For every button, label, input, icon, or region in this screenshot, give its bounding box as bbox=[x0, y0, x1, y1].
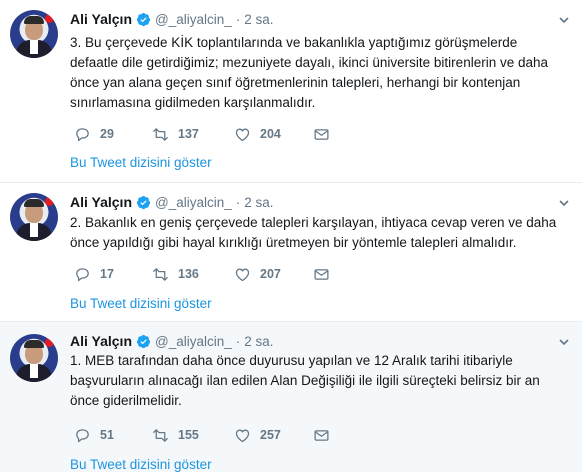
like-button[interactable]: 207 bbox=[234, 264, 281, 284]
separator-dot: · bbox=[235, 333, 241, 349]
show-thread-link[interactable]: Bu Tweet dizisini göster bbox=[70, 296, 212, 311]
retweet-button[interactable]: 155 bbox=[152, 425, 199, 445]
envelope-icon bbox=[314, 268, 329, 280]
heart-icon bbox=[235, 268, 250, 281]
tweet-actions: 51 155 257 bbox=[74, 425, 374, 445]
retweet-button[interactable]: 136 bbox=[152, 264, 199, 284]
retweet-count: 155 bbox=[178, 428, 199, 442]
reply-icon bbox=[76, 428, 89, 442]
tweet[interactable]: Ali Yalçın @_aliyalcin_ · 2 sa. 1. MEB t… bbox=[0, 322, 582, 472]
tweet-actions: 17 136 207 bbox=[74, 264, 374, 284]
avatar[interactable] bbox=[10, 334, 58, 382]
separator-dot: · bbox=[235, 11, 241, 27]
author-handle[interactable]: @_aliyalcin_ bbox=[155, 12, 232, 27]
retweet-count: 136 bbox=[178, 267, 199, 281]
timestamp[interactable]: 2 sa. bbox=[244, 334, 273, 349]
envelope-icon bbox=[314, 128, 329, 140]
tweet-header: Ali Yalçın @_aliyalcin_ · 2 sa. bbox=[70, 193, 274, 211]
chevron-down-icon[interactable] bbox=[558, 14, 570, 26]
chevron-down-icon[interactable] bbox=[558, 197, 570, 209]
avatar[interactable] bbox=[10, 193, 58, 241]
author-handle[interactable]: @_aliyalcin_ bbox=[155, 195, 232, 210]
timestamp[interactable]: 2 sa. bbox=[244, 195, 273, 210]
direct-message-button[interactable] bbox=[313, 425, 339, 445]
chevron-down-icon[interactable] bbox=[558, 336, 570, 348]
like-count: 207 bbox=[260, 267, 281, 281]
reply-count: 29 bbox=[100, 127, 114, 141]
avatar[interactable] bbox=[10, 10, 58, 58]
separator-dot: · bbox=[235, 194, 241, 210]
tweet-header: Ali Yalçın @_aliyalcin_ · 2 sa. bbox=[70, 10, 274, 28]
reply-button[interactable]: 17 bbox=[74, 264, 114, 284]
tweet[interactable]: Ali Yalçın @_aliyalcin_ · 2 sa. 3. Bu çe… bbox=[0, 0, 582, 183]
retweet-icon bbox=[153, 267, 168, 281]
reply-button[interactable]: 51 bbox=[74, 425, 114, 445]
heart-icon bbox=[235, 128, 250, 141]
tweet[interactable]: Ali Yalçın @_aliyalcin_ · 2 sa. 2. Bakan… bbox=[0, 183, 582, 322]
retweet-button[interactable]: 137 bbox=[152, 124, 199, 144]
tweet-header: Ali Yalçın @_aliyalcin_ · 2 sa. bbox=[70, 332, 274, 350]
reply-count: 17 bbox=[100, 267, 114, 281]
author-name[interactable]: Ali Yalçın bbox=[70, 194, 132, 210]
retweet-icon bbox=[153, 428, 168, 442]
author-handle[interactable]: @_aliyalcin_ bbox=[155, 334, 232, 349]
verified-badge-icon bbox=[136, 195, 151, 209]
author-name[interactable]: Ali Yalçın bbox=[70, 11, 132, 27]
like-button[interactable]: 257 bbox=[234, 425, 281, 445]
heart-icon bbox=[235, 429, 250, 442]
show-thread-link[interactable]: Bu Tweet dizisini göster bbox=[70, 457, 212, 472]
envelope-icon bbox=[314, 429, 329, 441]
retweet-icon bbox=[153, 127, 168, 141]
direct-message-button[interactable] bbox=[313, 124, 339, 144]
verified-badge-icon bbox=[136, 12, 151, 26]
reply-icon bbox=[76, 267, 89, 281]
tweet-text: 2. Bakanlık en geniş çerçevede talepleri… bbox=[70, 215, 557, 250]
retweet-count: 137 bbox=[178, 127, 199, 141]
like-button[interactable]: 204 bbox=[234, 124, 281, 144]
timestamp[interactable]: 2 sa. bbox=[244, 12, 273, 27]
tweet-text: 3. Bu çerçevede KİK toplantılarında ve b… bbox=[70, 35, 548, 110]
verified-badge-icon bbox=[136, 334, 151, 348]
show-thread-link[interactable]: Bu Tweet dizisini göster bbox=[70, 155, 212, 170]
tweet-text: 1. MEB tarafından daha önce duyurusu yap… bbox=[70, 353, 540, 408]
reply-button[interactable]: 29 bbox=[74, 124, 114, 144]
direct-message-button[interactable] bbox=[313, 264, 339, 284]
author-name[interactable]: Ali Yalçın bbox=[70, 333, 132, 349]
like-count: 257 bbox=[260, 428, 281, 442]
like-count: 204 bbox=[260, 127, 281, 141]
reply-count: 51 bbox=[100, 428, 114, 442]
reply-icon bbox=[76, 127, 89, 141]
tweet-actions: 29 137 204 bbox=[74, 124, 374, 144]
